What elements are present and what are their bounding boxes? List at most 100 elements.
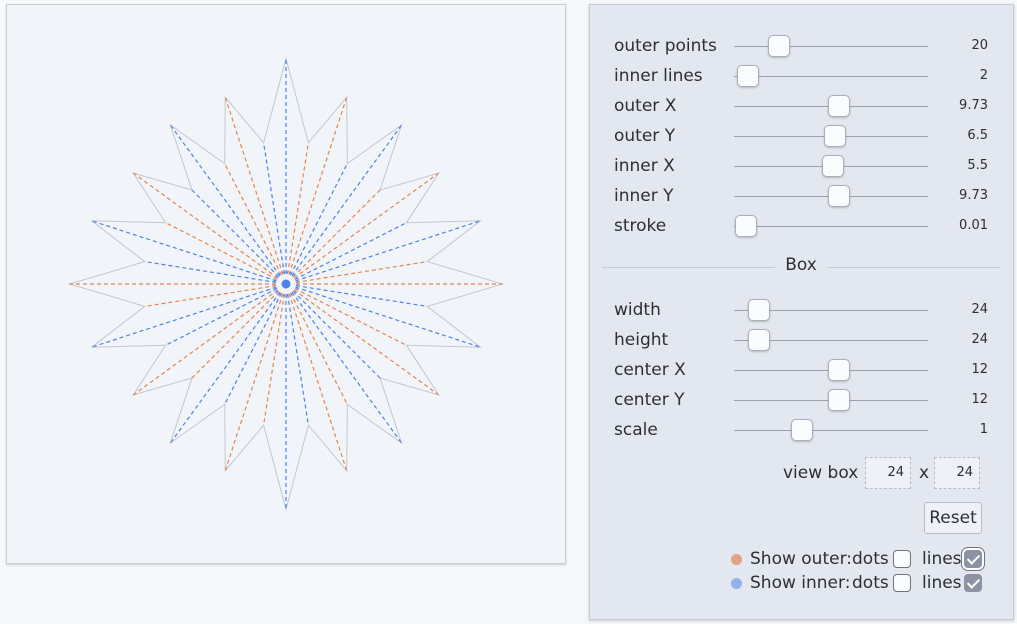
- inner-spoke-line: [294, 222, 407, 281]
- star-drawing: [67, 56, 505, 512]
- spoke-line: [132, 172, 279, 279]
- width-label: width: [614, 300, 661, 320]
- slider-row-center-y: center Y 12: [614, 386, 988, 416]
- slider-row-inner-lines: inner lines 2: [614, 62, 988, 92]
- slider-row-outer-y: outer Y 6.5: [614, 122, 988, 152]
- inner-spoke-line: [295, 261, 428, 283]
- inner-dots-label: dots: [852, 573, 889, 593]
- inner-dots-checkbox[interactable]: [893, 574, 911, 592]
- height-label: height: [614, 330, 669, 350]
- inner-lines-label: inner lines: [614, 66, 703, 86]
- outer-x-slider-thumb[interactable]: [827, 95, 850, 117]
- viewbox-height-input[interactable]: 24: [934, 457, 980, 489]
- stroke-value: 0.01: [959, 218, 988, 233]
- stroke-slider-track[interactable]: [734, 226, 928, 227]
- slider-row-inner-y: inner Y 9.73: [614, 182, 988, 212]
- inner-y-slider-thumb[interactable]: [827, 185, 850, 207]
- stroke-label: stroke: [614, 216, 667, 236]
- outer-points-label: outer points: [614, 36, 717, 56]
- inner-lines-slider-track[interactable]: [734, 76, 928, 77]
- inner-spoke-line: [165, 287, 278, 346]
- spoke-line: [224, 293, 284, 471]
- inner-lines-label: lines: [922, 573, 962, 593]
- inner-spoke-line: [292, 290, 381, 379]
- spoke-line: [293, 289, 440, 396]
- slider-row-inner-x: inner X 5.5: [614, 152, 988, 182]
- controls-panel: outer points 20 inner lines 2 outer X 9.73 out…: [589, 4, 1014, 620]
- slider-row-outer-points: outer points 20: [614, 32, 988, 62]
- spoke-line: [224, 97, 284, 275]
- scale-label: scale: [614, 420, 658, 440]
- inner-spoke-line: [289, 292, 348, 405]
- outer-points-slider-track[interactable]: [734, 46, 928, 47]
- outer-points-value: 20: [971, 38, 988, 53]
- inner-y-value: 9.73: [959, 188, 988, 203]
- inner-spoke-line: [224, 163, 283, 276]
- outer-points-slider-thumb[interactable]: [767, 35, 790, 57]
- outer-dots-label: dots: [852, 549, 889, 569]
- inner-color-dot: [731, 578, 742, 589]
- outer-lines-label: lines: [922, 549, 962, 569]
- show-outer-label: Show outer:: [750, 549, 852, 569]
- spoke-line: [295, 286, 481, 348]
- center-y-label: center Y: [614, 390, 685, 410]
- inner-x-slider-thumb[interactable]: [821, 155, 844, 177]
- center-dot: [281, 279, 291, 289]
- slider-row-outer-x: outer X 9.73: [614, 92, 988, 122]
- slider-row-scale: scale 1: [614, 416, 988, 446]
- inner-spoke-line: [144, 285, 277, 307]
- reset-button[interactable]: Reset: [924, 502, 982, 534]
- scale-value: 1: [979, 422, 988, 437]
- height-slider-thumb[interactable]: [748, 329, 771, 351]
- inner-spoke-line: [224, 292, 283, 405]
- slider-row-stroke: stroke 0.01: [614, 212, 988, 242]
- spoke-line: [132, 289, 279, 396]
- inner-spoke-line: [287, 293, 309, 426]
- outer-y-value: 6.5: [967, 128, 988, 143]
- inner-spoke-line: [191, 189, 280, 278]
- slider-row-center-x: center X 12: [614, 356, 988, 386]
- inner-y-label: inner Y: [614, 186, 674, 206]
- spoke-line: [91, 220, 277, 282]
- inner-spoke-line: [292, 189, 381, 278]
- center-x-slider-thumb[interactable]: [827, 359, 850, 381]
- outer-y-label: outer Y: [614, 126, 676, 146]
- outer-lines-checkbox[interactable]: [964, 550, 982, 568]
- viewbox-label: view box: [783, 463, 859, 483]
- center-y-slider-thumb[interactable]: [827, 389, 850, 411]
- outer-dots-checkbox[interactable]: [893, 550, 911, 568]
- outer-y-slider-thumb[interactable]: [823, 125, 846, 147]
- viewbox-separator: x: [919, 463, 930, 483]
- width-slider-thumb[interactable]: [748, 299, 771, 321]
- inner-lines-checkbox[interactable]: [964, 574, 982, 592]
- center-x-value: 12: [971, 362, 988, 377]
- spoke-line: [288, 293, 348, 471]
- show-inner-label: Show inner:: [750, 573, 851, 593]
- scale-slider-track[interactable]: [734, 430, 928, 431]
- inner-spoke-line: [165, 222, 278, 281]
- legend-outer: Show outer: dots lines: [731, 548, 991, 570]
- spoke-line: [293, 172, 440, 279]
- viewbox-width-input[interactable]: 24: [865, 457, 911, 489]
- inner-spoke-line: [294, 287, 407, 346]
- box-section-title: Box: [775, 255, 827, 275]
- outer-x-value: 9.73: [959, 98, 988, 113]
- inner-spoke-line: [289, 163, 348, 276]
- inner-spoke-line: [295, 285, 428, 307]
- drawing-canvas: [6, 4, 566, 564]
- inner-spoke-line: [263, 293, 285, 426]
- inner-lines-value: 2: [979, 68, 988, 83]
- inner-lines-slider-thumb[interactable]: [736, 65, 759, 87]
- outer-x-label: outer X: [614, 96, 677, 116]
- slider-row-height: height 24: [614, 326, 988, 356]
- scale-slider-thumb[interactable]: [790, 419, 813, 441]
- inner-x-label: inner X: [614, 156, 675, 176]
- inner-spoke-line: [287, 142, 309, 275]
- center-y-value: 12: [971, 392, 988, 407]
- stroke-slider-thumb[interactable]: [734, 215, 757, 237]
- legend-inner: Show inner: dots lines: [731, 572, 991, 594]
- spoke-line: [91, 286, 277, 348]
- spoke-line: [288, 97, 348, 275]
- inner-spoke-line: [263, 142, 285, 275]
- inner-spoke-line: [144, 261, 277, 283]
